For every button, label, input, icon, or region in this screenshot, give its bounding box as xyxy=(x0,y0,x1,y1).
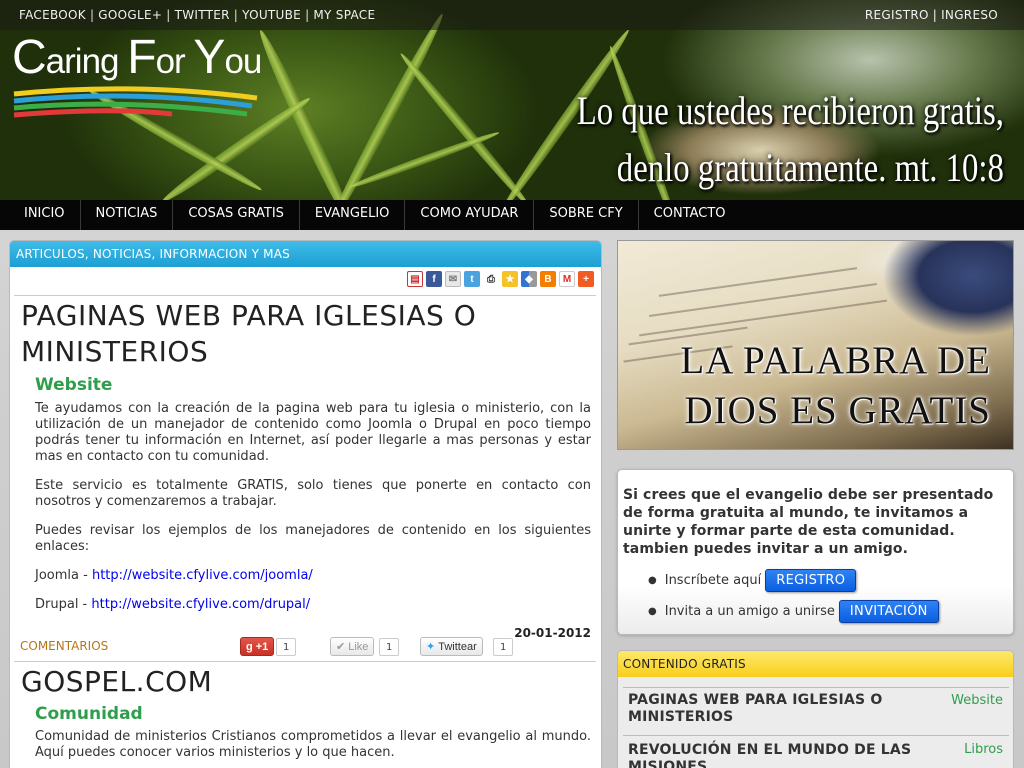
article-body: Te ayudamos con la creación de la pagina… xyxy=(35,401,591,626)
gplus-count: 1 xyxy=(276,638,297,656)
free-content-box: CONTENIDO GRATIS PAGINAS WEB PARA IGLESI… xyxy=(617,650,1014,768)
addthis-icon[interactable]: + xyxy=(578,271,594,287)
youtube-link[interactable]: YOUTUBE xyxy=(242,8,301,22)
register-button[interactable]: REGISTRO xyxy=(765,569,857,592)
register-link[interactable]: REGISTRO xyxy=(865,8,929,22)
article-paragraph: Comunidad de ministerios Cristianos comp… xyxy=(35,729,591,760)
login-link[interactable]: INGRESO xyxy=(941,8,998,22)
bible-banner[interactable]: LA PALABRA DE DIOS ES GRATIS xyxy=(617,240,1014,450)
article-paragraph: Te ayudamos con la creación de la pagina… xyxy=(35,401,591,464)
joomla-link[interactable]: http://website.cfylive.com/joomla/ xyxy=(92,568,313,583)
nav-item-cosas-gratis[interactable]: COSAS GRATIS xyxy=(173,200,300,230)
divider xyxy=(14,661,596,662)
googleplus-link[interactable]: GOOGLE+ xyxy=(98,8,162,22)
tweet-count: 1 xyxy=(493,638,514,656)
drupal-link[interactable]: http://website.cfylive.com/drupal/ xyxy=(91,597,310,612)
pdf-icon[interactable]: ▤ xyxy=(407,271,423,287)
nav-item-sobre-cfy[interactable]: SOBRE CFY xyxy=(534,200,639,230)
social-links: FACEBOOK | GOOGLE+ | TWITTER | YOUTUBE | MY SPAC… xyxy=(19,8,376,22)
facebook-icon[interactable]: f xyxy=(426,271,442,287)
article-date: 20-01-2012 xyxy=(514,626,591,640)
grass-decoration xyxy=(396,50,534,200)
divider xyxy=(14,295,596,296)
invite-box: Si crees que el evangelio debe ser prese… xyxy=(617,469,1014,635)
articles-panel: ARTICULOS, NOTICIAS, INFORMACION Y MAS ▤… xyxy=(9,240,602,768)
myspace-link[interactable]: MY SPACE xyxy=(313,8,375,22)
twitter-icon[interactable]: t xyxy=(464,271,480,287)
logo-swoosh-icon xyxy=(13,86,258,118)
nav-item-inicio[interactable]: INICIO xyxy=(9,200,81,230)
text-line-decoration xyxy=(658,267,858,297)
gmail-icon[interactable]: M xyxy=(559,271,575,287)
register-row: ● Inscríbete aquí REGISTRO xyxy=(648,569,857,592)
main-nav: INICIO NOTICIAS COSAS GRATIS EVANGELIO C… xyxy=(0,200,1024,230)
facebook-link[interactable]: FACEBOOK xyxy=(19,8,86,22)
invite-friend-row: ● Invita a un amigo a unirse INVITACIÓN xyxy=(648,600,939,623)
bullet-icon: ● xyxy=(648,575,657,586)
article-subtitle: Website xyxy=(35,375,113,395)
share-toolbar: ▤ f ✉ t ⎙ ★ ◆ B M + xyxy=(407,271,594,287)
article-body: Comunidad de ministerios Cristianos comp… xyxy=(35,729,591,768)
invite-text: Si crees que el evangelio debe ser prese… xyxy=(623,487,994,557)
section-title: ARTICULOS, NOTICIAS, INFORMACION Y MAS xyxy=(10,241,601,267)
free-item-title[interactable]: REVOLUCIÓN EN EL MUNDO DE LAS MISIONES xyxy=(628,742,928,768)
article-paragraph: Este servicio es totalmente GRATIS, solo… xyxy=(35,478,591,509)
article-title[interactable]: PAGINAS WEB PARA IGLESIAS O MINISTERIOS xyxy=(21,298,601,370)
delicious-icon[interactable]: ◆ xyxy=(521,271,537,287)
free-item-tag[interactable]: Website xyxy=(951,693,1003,708)
article-title[interactable]: GOSPEL.COM xyxy=(21,664,212,700)
google-plus-one-button[interactable]: g +1 xyxy=(240,637,275,656)
gplus-icon: g xyxy=(246,640,253,653)
article-paragraph: Puedes revisar los ejemplos de los manej… xyxy=(35,523,591,554)
favorite-icon[interactable]: ★ xyxy=(502,271,518,287)
bullet-icon: ● xyxy=(648,606,657,617)
free-content-title: CONTENIDO GRATIS xyxy=(618,651,1013,677)
free-item-tag[interactable]: Libros xyxy=(964,742,1003,757)
joomla-line: Joomla - http://website.cfylive.com/joom… xyxy=(35,568,313,583)
tweet-button[interactable]: ✦ Twittear xyxy=(420,637,483,656)
account-links: REGISTRO | INGRESO xyxy=(864,8,998,22)
twitter-bird-icon: ✦ xyxy=(426,641,436,653)
nav-item-noticias[interactable]: NOTICIAS xyxy=(81,200,174,230)
list-item[interactable]: PAGINAS WEB PARA IGLESIAS O MINISTERIOS … xyxy=(623,687,1009,735)
article-subtitle: Comunidad xyxy=(35,704,143,724)
invitation-button[interactable]: INVITACIÓN xyxy=(838,600,939,623)
thumbs-up-icon: ✔ xyxy=(336,641,346,653)
blogger-icon[interactable]: B xyxy=(540,271,556,287)
drupal-line: Drupal - http://website.cfylive.com/drup… xyxy=(35,597,311,612)
list-item[interactable]: REVOLUCIÓN EN EL MUNDO DE LAS MISIONES L… xyxy=(623,735,1009,768)
text-line-decoration xyxy=(639,299,887,337)
free-item-title[interactable]: PAGINAS WEB PARA IGLESIAS O MINISTERIOS xyxy=(628,692,908,726)
print-icon[interactable]: ⎙ xyxy=(483,271,499,287)
email-icon[interactable]: ✉ xyxy=(445,271,461,287)
header-slogan: Lo que ustedes recibieron gratis, denlo … xyxy=(576,88,1004,190)
text-line-decoration xyxy=(648,283,878,317)
logo-text: Caring For You xyxy=(12,31,262,84)
nav-item-evangelio[interactable]: EVANGELIO xyxy=(300,200,406,230)
banner-text: LA PALABRA DE DIOS ES GRATIS xyxy=(680,339,991,432)
site-header: FACEBOOK | GOOGLE+ | TWITTER | YOUTUBE | MY SPAC… xyxy=(0,0,1024,200)
site-logo[interactable]: Caring For You xyxy=(12,30,272,130)
nav-item-contacto[interactable]: CONTACTO xyxy=(639,200,741,230)
twitter-link[interactable]: TWITTER xyxy=(175,8,230,22)
like-count: 1 xyxy=(379,638,400,656)
comments-link[interactable]: COMENTARIOS xyxy=(20,639,108,653)
nav-item-como-ayudar[interactable]: COMO AYUDAR xyxy=(405,200,535,230)
facebook-like-button[interactable]: ✔ Like xyxy=(330,637,375,656)
